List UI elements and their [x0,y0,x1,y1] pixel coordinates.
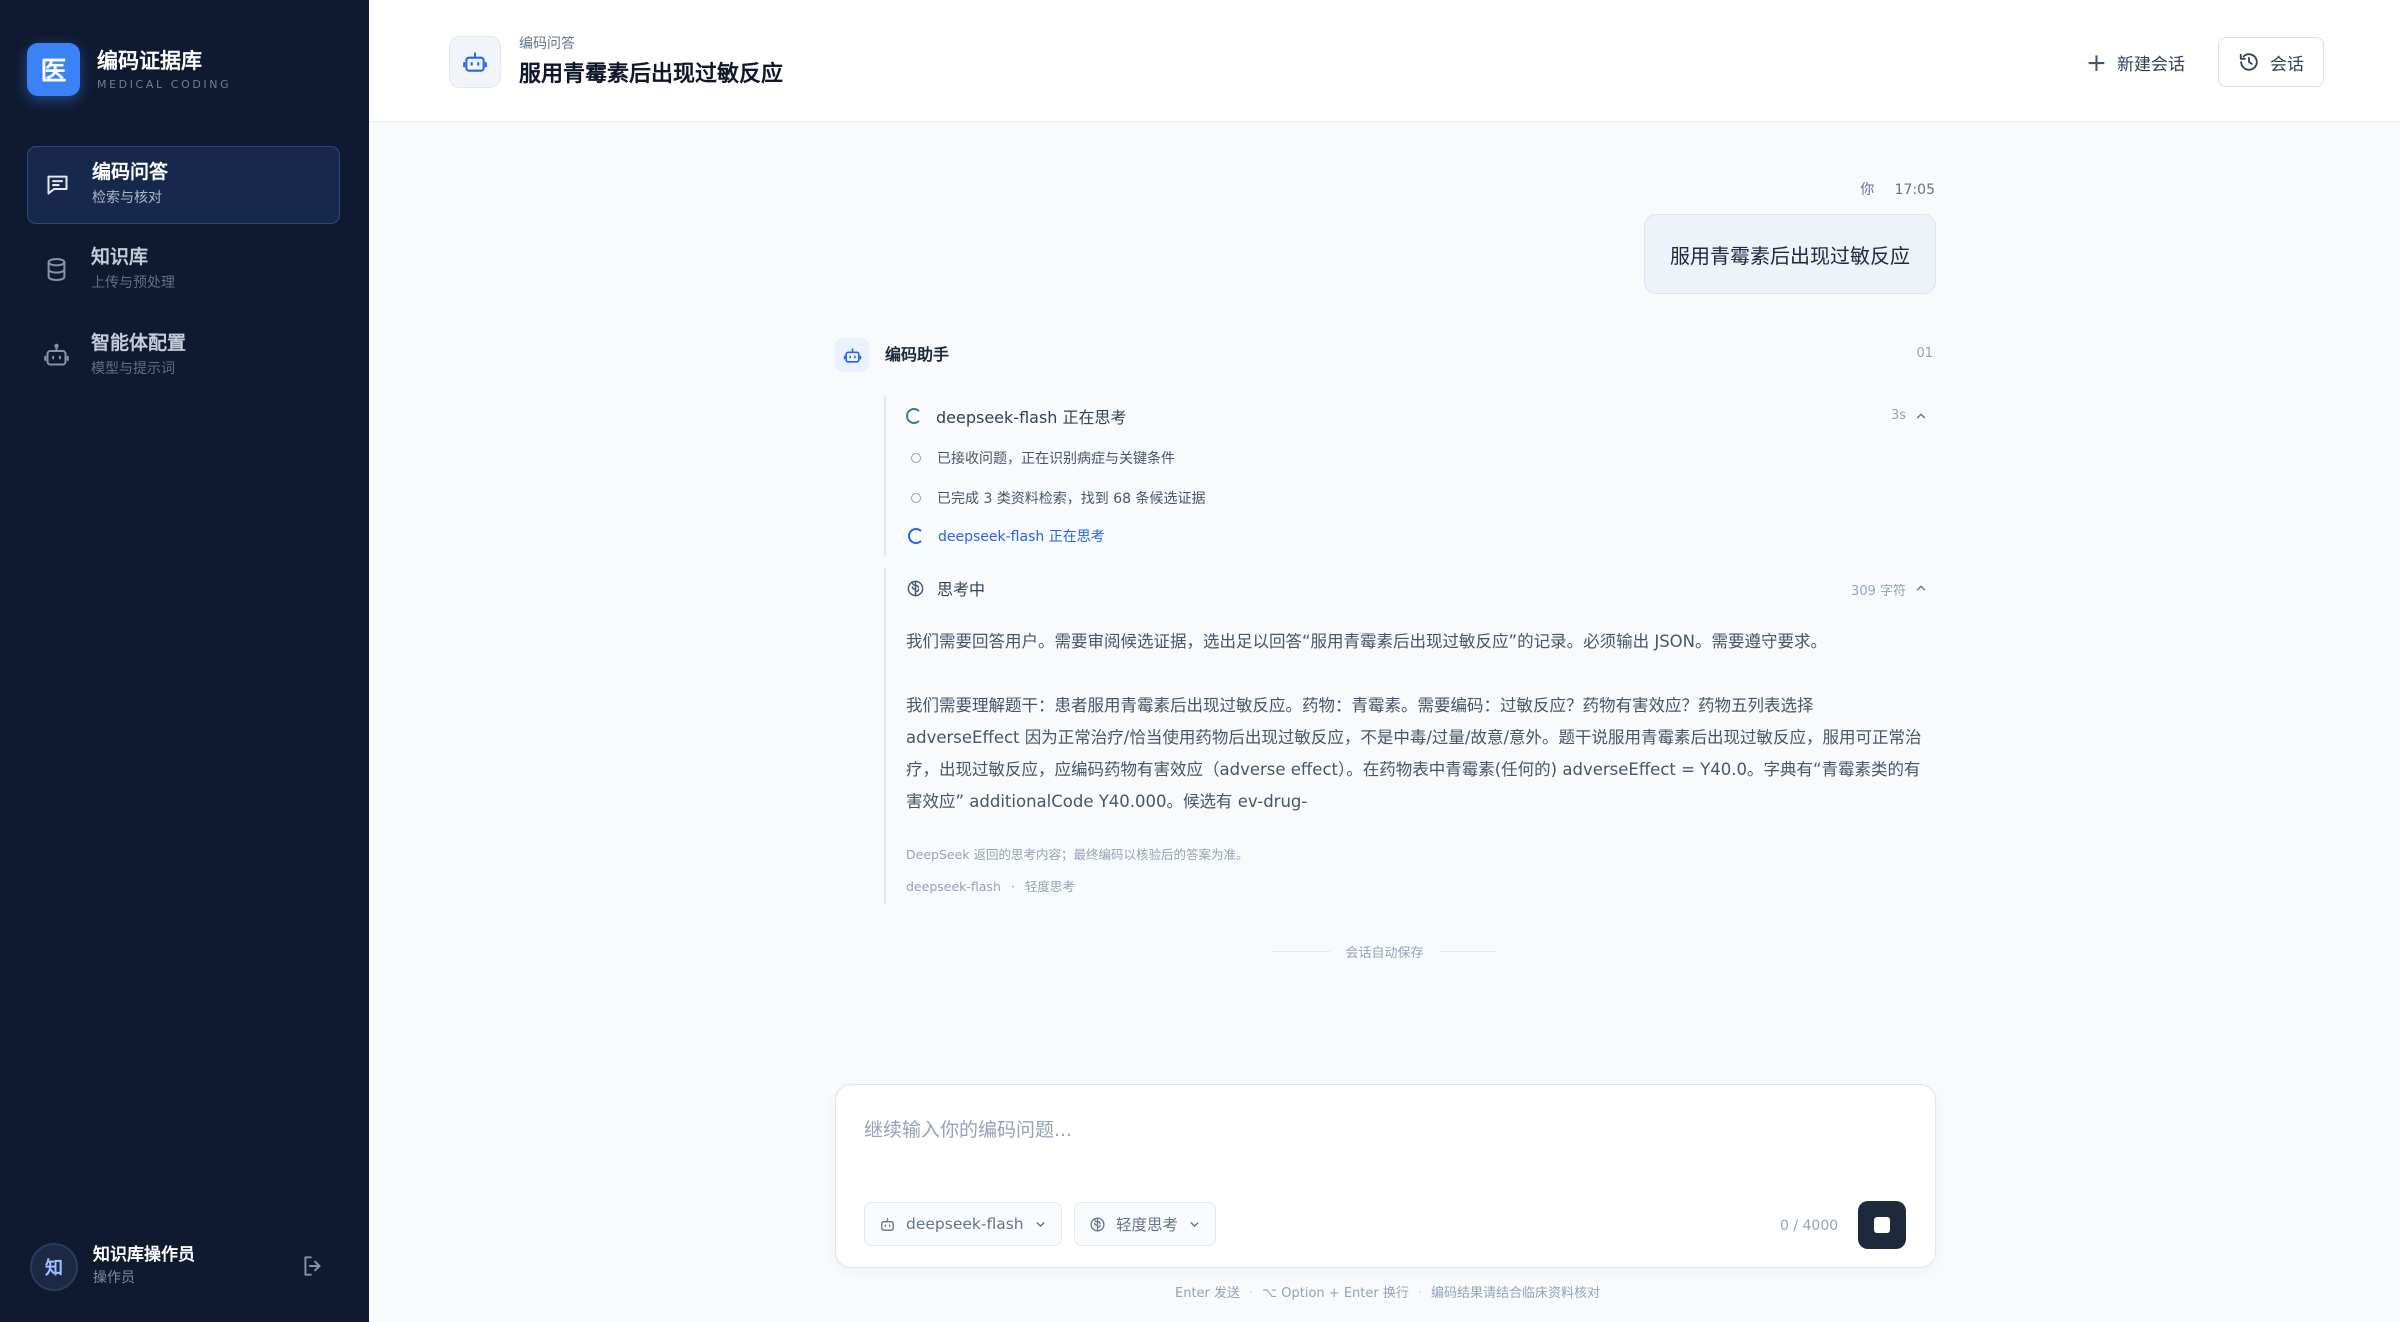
sidebar-item-agent-config[interactable]: 智能体配置 模型与提示词 [27,318,340,396]
thinking-model: deepseek-flash [906,879,1001,894]
sidebar-item-label: 知识库 [91,246,149,268]
thinking-mode: 轻度思考 [1024,879,1075,894]
model-select[interactable]: deepseek-flash [864,1202,1062,1246]
stop-icon [1874,1217,1890,1233]
header-robot-icon [449,36,501,88]
progress-step: 已接收问题，正在识别病症与关键条件 [908,448,1175,468]
new-chat-button[interactable]: + 新建会话 [2086,46,2185,78]
chat-icon [47,175,68,195]
progress-title: deepseek-flash 正在思考 [906,404,1127,428]
assistant-header: 编码助手 01 [835,338,1935,372]
step-text: 已接收问题，正在识别病症与关键条件 [937,451,1175,467]
step-dot-icon [911,493,921,503]
brain-icon [907,580,924,596]
spinner-icon [908,528,924,544]
sessions-button[interactable]: 会话 [2218,37,2324,87]
brand-logo: 医 [27,43,80,96]
spinner-icon [906,408,922,424]
sidebar-item-label: 智能体配置 [91,332,187,354]
stop-generation-button[interactable] [1858,1201,1906,1249]
progress-steps-panel: deepseek-flash 正在思考 3s 已接收问题，正在识别病症与关键条件… [884,396,1936,556]
message-author: 你 [1860,182,1875,198]
progress-duration: 3s [1890,408,1906,423]
char-counter: 0 / 4000 [1780,1218,1839,1234]
chevron-up-icon[interactable] [1914,409,1928,423]
assistant-robot-icon [835,338,869,372]
brand: 医 编码证据库 MEDICAL CODING [27,43,231,96]
assistant-name: 编码助手 [885,345,950,364]
sidebar: 医 编码证据库 MEDICAL CODING 编码问答 检索与核对 知识库 上传… [0,0,369,1322]
user-name: 知识库操作员 [93,1245,195,1265]
robot-icon [44,343,69,366]
thinking-panel: 思考中 309 字符 我们需要回答用户。需要审阅候选证据，选出足以回答“服用青霉… [884,568,1936,904]
sidebar-item-sub: 检索与核对 [92,190,162,206]
avatar: 知 [30,1243,78,1291]
sessions-label: 会话 [2270,54,2304,75]
database-icon [47,258,66,281]
sidebar-item-sub: 上传与预处理 [91,275,175,291]
plus-icon: + [2086,47,2107,77]
brand-subtitle: MEDICAL CODING [97,77,232,91]
thinking-mode-select[interactable]: 轻度思考 [1074,1202,1217,1246]
thinking-char-count: 309 字符 [1851,584,1906,599]
chevron-down-icon [1190,1221,1199,1227]
hint-send: Enter 发送 [1175,1286,1241,1301]
thinking-title-label: 思考中 [937,580,986,599]
progress-step-current: deepseek-flash 正在思考 [908,526,1105,546]
new-chat-label: 新建会话 [2116,54,2185,75]
user-profile: 知 知识库操作员 操作员 [30,1241,340,1293]
user-message-meta: 你 17:05 [1860,180,1935,200]
thinking-paragraph: 我们需要回答用户。需要审阅候选证据，选出足以回答“服用青霉素后出现过敏反应”的记… [906,632,1828,651]
hint-newline: ⌥ Option + Enter 换行 [1262,1286,1409,1301]
user-message-bubble: 服用青霉素后出现过敏反应 [1644,214,1936,294]
sidebar-item-coding-qa[interactable]: 编码问答 检索与核对 [27,146,340,224]
autosave-indicator: 会话自动保存 [1272,942,1497,961]
sidebar-nav: 编码问答 检索与核对 知识库 上传与预处理 智能体配置 模型与提示词 [27,146,340,404]
thinking-title: 思考中 [906,576,985,600]
thinking-disclaimer: DeepSeek 返回的思考内容；最终编码以核验后的答案为准。 [906,847,1249,862]
thinking-meta: deepseek-flash · 轻度思考 [906,879,1075,894]
chevron-down-icon [1036,1221,1045,1227]
sidebar-item-knowledge-base[interactable]: 知识库 上传与预处理 [27,232,340,310]
step-dot-icon [911,453,921,463]
history-icon [2239,53,2258,71]
message-index: 01 [1916,346,1933,361]
sidebar-item-sub: 模型与提示词 [91,361,175,377]
page-title: 服用青霉素后出现过敏反应 [519,62,784,87]
message-time: 17:05 [1894,182,1935,198]
breadcrumb: 编码问答 [519,36,575,52]
step-text: deepseek-flash 正在思考 [938,529,1105,545]
composer: deepseek-flash 轻度思考 0 / 4000 [835,1084,1936,1268]
thinking-mode-label: 轻度思考 [1116,1216,1179,1234]
thinking-paragraph: 我们需要理解题干：患者服用青霉素后出现过敏反应。药物：青霉素。需要编码：过敏反应… [906,696,1922,811]
chevron-up-icon[interactable] [1914,581,1928,595]
message-input[interactable] [864,1119,1904,1141]
keyboard-hints: Enter 发送 · ⌥ Option + Enter 换行 · 编码结果请结合临床资料… [1175,1286,1601,1301]
user-role: 操作员 [93,1270,135,1286]
robot-icon [881,1217,894,1231]
progress-step: 已完成 3 类资料检索，找到 68 条候选证据 [908,488,1206,508]
sidebar-item-label: 编码问答 [92,161,169,183]
hint-disclaimer: 编码结果请结合临床资料核对 [1431,1286,1601,1301]
step-text: 已完成 3 类资料检索，找到 68 条候选证据 [937,491,1206,507]
model-select-label: deepseek-flash [906,1215,1024,1233]
brain-icon [1090,1216,1105,1232]
progress-title-label: deepseek-flash 正在思考 [936,408,1127,427]
header: 编码问答 服用青霉素后出现过敏反应 + 新建会话 会话 [369,0,2400,122]
brand-title: 编码证据库 [97,48,202,73]
logout-icon[interactable] [300,1253,326,1279]
